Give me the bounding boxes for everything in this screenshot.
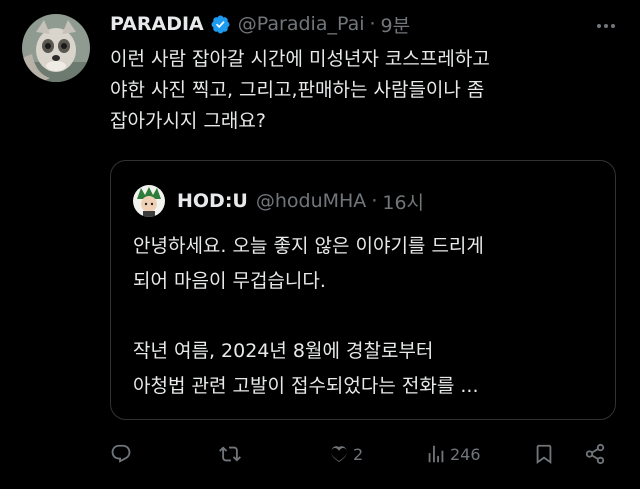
share-button[interactable] [584, 441, 606, 467]
more-options-icon[interactable] [594, 14, 618, 38]
views-icon [428, 445, 444, 463]
quoted-display-name[interactable]: HOD:U [177, 190, 248, 212]
tweet-text: 이런 사람 잡아갈 시간에 미성년자 코스프레하고 야한 사진 찍고, 그리고,… [110, 48, 490, 132]
furry-avatar-icon [22, 14, 90, 82]
verified-badge-icon [211, 15, 230, 33]
display-name[interactable]: PARADIA [110, 13, 204, 35]
quoted-text: 안녕하세요. 오늘 좋지 않은 이야기를 드리게 되어 마음이 무겁습니다. 작… [133, 235, 484, 397]
quoted-timestamp[interactable]: 16시 [382, 188, 424, 215]
quoted-avatar [133, 185, 165, 217]
tweet-header: PARADIA @Paradia_Pai · 9분 [110, 10, 410, 38]
quoted-header: HOD:U @hoduMHA · 16시 [177, 185, 424, 217]
separator-dot: · [369, 13, 376, 35]
like-button[interactable]: 2 [328, 441, 363, 467]
timestamp[interactable]: 9분 [381, 11, 411, 38]
views-count: 246 [450, 444, 481, 464]
quoted-separator-dot: · [371, 190, 378, 212]
retweet-icon [219, 446, 241, 462]
quoted-handle[interactable]: @hoduMHA [256, 190, 366, 212]
reply-button[interactable] [110, 441, 132, 467]
like-count: 2 [353, 444, 364, 464]
bookmark-icon [536, 444, 552, 465]
handle[interactable]: @Paradia_Pai [238, 13, 365, 35]
anime-avatar-icon [133, 185, 165, 217]
avatar[interactable] [22, 14, 90, 82]
share-icon [585, 443, 605, 465]
heart-icon [330, 446, 348, 462]
bookmark-button[interactable] [533, 441, 555, 467]
reply-icon [111, 444, 131, 463]
quoted-tweet[interactable]: HOD:U @hoduMHA · 16시 안녕하세요. 오늘 좋지 않은 이야기… [110, 160, 616, 420]
retweet-button[interactable] [219, 441, 241, 467]
views-button[interactable]: 246 [425, 441, 481, 467]
